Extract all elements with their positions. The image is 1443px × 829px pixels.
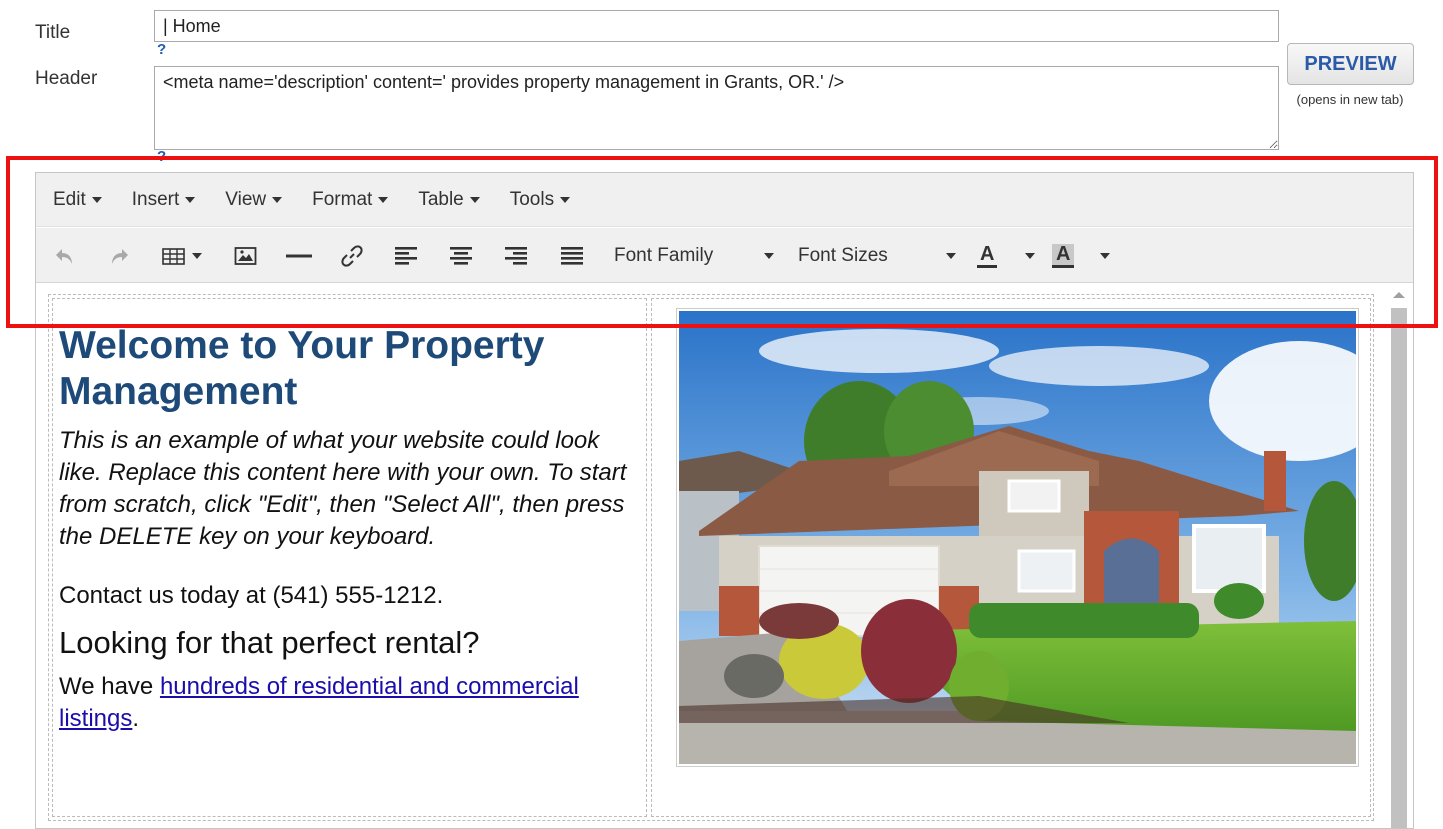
intro-paragraph: This is an example of what your website … bbox=[59, 427, 627, 550]
preview-button[interactable]: PREVIEW bbox=[1287, 43, 1414, 85]
title-label: Title bbox=[35, 22, 71, 43]
menu-tools[interactable]: Tools bbox=[509, 188, 571, 211]
menu-insert-label: Insert bbox=[131, 188, 180, 210]
menu-edit[interactable]: Edit bbox=[53, 189, 102, 211]
preview-note: (opens in new tab) bbox=[1296, 92, 1404, 107]
menu-view-label: View bbox=[225, 188, 267, 210]
horizontal-rule-icon bbox=[286, 254, 312, 257]
background-color-button[interactable]: A bbox=[1052, 228, 1110, 283]
menu-table-label: Table bbox=[418, 188, 464, 210]
font-family-label: Font Family bbox=[614, 244, 714, 266]
font-sizes-dropdown[interactable]: Font Sizes bbox=[798, 228, 956, 283]
title-input[interactable] bbox=[154, 10, 1279, 42]
chevron-down-icon bbox=[560, 196, 571, 203]
horizontal-rule-button[interactable] bbox=[282, 228, 316, 283]
editor-scrollbar[interactable] bbox=[1385, 284, 1413, 828]
menu-format[interactable]: Format bbox=[312, 188, 389, 211]
align-center-button[interactable] bbox=[444, 228, 478, 283]
background-color-icon: A bbox=[1052, 243, 1075, 268]
title-help-icon[interactable]: ? bbox=[157, 41, 166, 58]
menu-tools-label: Tools bbox=[509, 188, 555, 210]
align-center-icon bbox=[450, 246, 472, 265]
rich-text-editor: Edit Insert View Format Table Tools Font… bbox=[35, 172, 1414, 829]
redo-icon bbox=[112, 248, 128, 264]
scroll-up-arrow-icon[interactable] bbox=[1393, 292, 1405, 298]
chevron-down-icon bbox=[1100, 252, 1110, 259]
chevron-down-icon bbox=[272, 196, 283, 203]
chevron-down-icon bbox=[378, 196, 389, 203]
scroll-thumb[interactable] bbox=[1391, 308, 1407, 828]
menu-format-label: Format bbox=[312, 188, 373, 210]
align-right-button[interactable] bbox=[499, 228, 533, 283]
content-table: Welcome to Your Property Management This… bbox=[48, 294, 1374, 821]
chevron-down-icon bbox=[764, 252, 774, 259]
align-justify-icon bbox=[561, 246, 583, 265]
table-icon bbox=[162, 247, 185, 265]
menu-edit-label: Edit bbox=[53, 188, 86, 210]
listings-paragraph: We have hundreds of residential and comm… bbox=[59, 671, 640, 735]
house-photo-image bbox=[679, 311, 1356, 764]
chevron-down-icon bbox=[946, 252, 956, 259]
chevron-down-icon bbox=[91, 196, 102, 203]
link-button[interactable] bbox=[335, 228, 369, 283]
editor-toolbar: Font Family Font Sizes A A bbox=[36, 228, 1413, 283]
text-color-icon: A bbox=[977, 244, 998, 268]
image-button[interactable] bbox=[229, 228, 263, 283]
header-label: Header bbox=[35, 68, 98, 89]
chevron-down-icon bbox=[1025, 252, 1035, 259]
undo-button[interactable] bbox=[50, 228, 80, 283]
listings-suffix: . bbox=[132, 705, 140, 732]
chevron-down-icon bbox=[185, 196, 196, 203]
chevron-down-icon bbox=[469, 196, 480, 203]
editor-menubar: Edit Insert View Format Table Tools bbox=[36, 173, 1413, 227]
menu-insert[interactable]: Insert bbox=[132, 189, 196, 211]
text-color-button[interactable]: A bbox=[977, 228, 1035, 283]
image-icon bbox=[234, 246, 257, 265]
font-family-dropdown[interactable]: Font Family bbox=[614, 228, 774, 283]
contact-paragraph: Contact us today at (541) 555-1212. bbox=[59, 582, 444, 609]
page-heading: Welcome to Your Property Management bbox=[59, 324, 545, 413]
link-icon bbox=[341, 244, 363, 267]
redo-button[interactable] bbox=[104, 228, 134, 283]
align-justify-button[interactable] bbox=[555, 228, 589, 283]
rental-subheading: Looking for that perfect rental? bbox=[59, 625, 480, 660]
font-sizes-label: Font Sizes bbox=[798, 244, 888, 266]
table-cell-image[interactable] bbox=[651, 298, 1371, 817]
undo-icon bbox=[56, 248, 72, 264]
header-help-icon[interactable]: ? bbox=[157, 148, 166, 165]
header-textarea[interactable] bbox=[154, 66, 1279, 150]
align-right-icon bbox=[505, 246, 527, 265]
editor-content-area[interactable]: Welcome to Your Property Management This… bbox=[36, 284, 1386, 828]
chevron-down-icon bbox=[192, 252, 202, 259]
table-cell-text[interactable]: Welcome to Your Property Management This… bbox=[52, 298, 647, 817]
menu-view[interactable]: View bbox=[225, 188, 283, 211]
menu-table[interactable]: Table bbox=[418, 188, 480, 211]
align-left-icon bbox=[395, 246, 417, 265]
align-left-button[interactable] bbox=[389, 228, 423, 283]
table-button[interactable] bbox=[157, 228, 207, 283]
listings-prefix: We have bbox=[59, 673, 160, 700]
house-photo[interactable] bbox=[676, 308, 1359, 767]
